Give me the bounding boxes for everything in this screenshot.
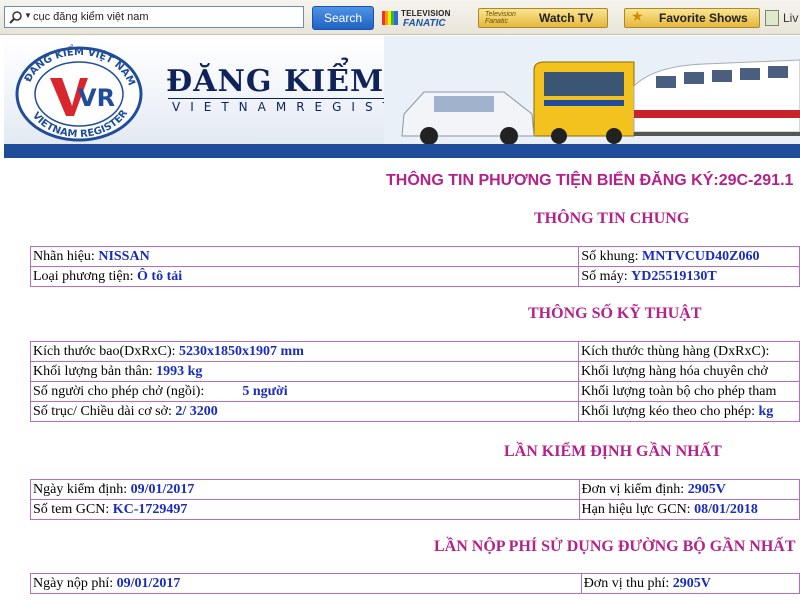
cell-value: NISSAN [98,248,150,264]
table-row: Ngày nộp phí: 09/01/2017 Đơn vị thu phí:… [30,573,800,594]
search-box[interactable]: ▼ [4,6,304,28]
cell-value: 5 người [242,383,288,399]
cell-value: 09/01/2017 [130,481,195,497]
table-cell: Số người cho phép chở (ngồi): 5 người [30,381,579,402]
table-cell: Khối lượng bản thân: 1993 kg [30,361,579,382]
cell-value: KC-1729497 [112,501,188,517]
search-input[interactable] [33,9,301,25]
table-cell: Khối lượng kéo theo cho phép: kg [577,401,800,422]
section-title-specs: THÔNG SỐ KỸ THUẬT [528,305,702,322]
cell-value: 1993 kg [156,363,203,379]
specs-table: Kích thước bao(DxRxC): 5230x1850x1907 mm… [30,341,800,422]
table-row: Kích thước bao(DxRxC): 5230x1850x1907 mm… [30,341,800,362]
tv-bars-icon [382,11,398,25]
page-title: THÔNG TIN PHƯƠNG TIỆN BIỂN ĐĂNG KÝ:29C-2… [386,172,794,189]
watch-tv-label: Watch TV [539,11,594,25]
cell-value: 2905V [687,481,726,497]
tv-logo-top-text: TELEVISION [401,9,451,18]
dropdown-caret-icon[interactable]: ▼ [24,11,32,20]
section-title-inspection: LẦN KIỂM ĐỊNH GẦN NHẤT [504,443,722,460]
table-cell: Loại phương tiện: Ô tô tải [29,266,580,287]
table-row: Khối lượng bản thân: 1993 kg Khối lượng … [30,361,800,382]
cell-label: Đơn vị thu phí: [583,575,673,591]
table-cell: Số khung: MNTVCUD40Z060 [578,246,800,267]
cell-label: Khối lượng hàng hóa chuyên chở [580,363,768,379]
table-cell: Đơn vị thu phí: 2905V [580,573,800,594]
tv-logo-bottom-text: FANATIC [403,18,446,29]
table-cell: Kích thước thùng hàng (DxRxC): [577,341,800,362]
watch-tv-mini-logo: Television Fanatic [485,11,516,25]
cell-value: YD25519130T [631,268,717,284]
table-cell: Số trục/ Chiều dài cơ sở: 2/ 3200 [30,401,579,422]
live-label: Liv [783,11,799,25]
cell-label: Số người cho phép chở (ngồi): [33,383,205,399]
table-cell: Hạn hiệu lực GCN: 08/01/2018 [578,499,800,520]
table-cell: Số tem GCN: KC-1729497 [30,499,580,520]
live-button[interactable]: Liv [765,8,800,28]
table-cell: Đơn vị kiểm định: 2905V [578,479,800,500]
cell-label: Ngày kiểm định: [33,481,131,497]
section-title-road-fee: LẦN NỘP PHÍ SỬ DỤNG ĐƯỜNG BỘ GẦN NHẤT [434,538,796,555]
table-cell: Số máy: YD25519130T [578,266,800,287]
cell-label: Ngày nộp phí: [33,575,117,591]
browser-toolbar: ▼ Search TELEVISION FANATIC TelevisionFa… [0,0,800,35]
table-row: Số người cho phép chở (ngồi): 5 người Khố… [30,381,800,402]
favorite-shows-button[interactable]: ★ Favorite Shows [624,8,760,28]
table-cell: Nhãn hiệu: NISSAN [29,246,580,267]
table-row: Loại phương tiện: Ô tô tải Số máy: YD255… [29,266,800,287]
table-cell: Khối lượng hàng hóa chuyên chở [577,361,800,382]
cell-value: 2/ 3200 [175,403,218,419]
cell-value: kg [758,403,774,419]
cell-value: MNTVCUD40Z060 [642,248,760,264]
cell-label: Khối lượng kéo theo cho phép: [580,403,759,419]
cell-label: Loại phương tiện: [33,268,138,284]
section-title-general: THÔNG TIN CHUNG [534,210,690,227]
search-button[interactable]: Search [312,6,374,30]
svg-text:VR: VR [78,84,115,112]
cell-label: Kích thước bao(DxRxC): [33,343,180,359]
cell-label: Khối lượng toàn bộ cho phép tham [580,383,777,399]
cell-label: Số tem GCN: [33,501,113,517]
cell-label: Nhãn hiệu: [33,248,99,264]
cell-label: Số trục/ Chiều dài cơ sở: [33,403,176,419]
cell-value: 08/01/2018 [694,501,758,517]
table-cell: Ngày nộp phí: 09/01/2017 [30,573,582,594]
live-icon [765,10,779,26]
cell-value: 2905V [672,575,711,591]
cell-label: Số khung: [581,248,643,264]
cell-value: 09/01/2017 [116,575,181,591]
inspection-table: Ngày kiểm định: 09/01/2017 Đơn vị kiểm đ… [30,479,800,520]
watch-tv-button[interactable]: Television Fanatic Watch TV [478,8,608,28]
cell-label: Kích thước thùng hàng (DxRxC): [580,343,770,359]
cell-label: Đơn vị kiểm định: [581,481,688,497]
table-row: Số trục/ Chiều dài cơ sở: 2/ 3200 Khối l… [30,401,800,422]
cell-value: Ô tô tải [137,268,183,284]
cell-label: Khối lượng bản thân: [33,363,157,379]
table-row: Ngày kiểm định: 09/01/2017 Đơn vị kiểm đ… [30,479,800,500]
table-row: Số tem GCN: KC-1729497 Hạn hiệu lực GCN:… [30,499,800,520]
cell-label: Hạn hiệu lực GCN: [581,501,695,517]
dang-kiem-logo[interactable]: ĐĂNG KIỂM VIỆT NAM VIETNAM REGISTER VR [14,44,144,144]
table-row: Nhãn hiệu: NISSAN Số khung: MNTVCUD40Z06… [29,246,800,267]
table-cell: Kích thước bao(DxRxC): 5230x1850x1907 mm [30,341,579,362]
favorite-shows-label: Favorite Shows [659,11,748,25]
search-icon [9,11,22,24]
road-fee-table: Ngày nộp phí: 09/01/2017 Đơn vị thu phí:… [30,573,800,594]
table-cell: Khối lượng toàn bộ cho phép tham [577,381,800,402]
general-info-table: Nhãn hiệu: NISSAN Số khung: MNTVCUD40Z06… [29,246,800,287]
table-cell: Ngày kiểm định: 09/01/2017 [30,479,580,500]
banner-stripe [4,144,800,158]
vehicles-illustration [384,36,800,144]
star-icon: ★ [631,10,644,25]
tv-fanatic-logo[interactable]: TELEVISION FANATIC [382,8,466,30]
cell-value: 5230x1850x1907 mm [179,343,304,359]
site-banner: ĐĂNG KIỂM VIỆT NAM VIETNAM REGISTER VR Đ… [4,36,800,158]
cell-label: Số máy: [581,268,632,284]
